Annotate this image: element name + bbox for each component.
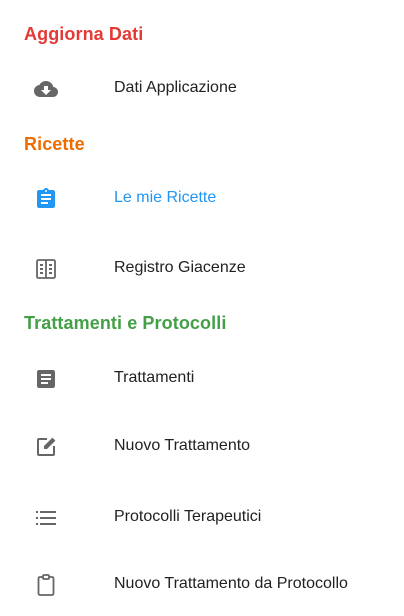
cloud-download-icon [34,77,58,101]
menu-item-le-mie-ricette[interactable]: Le mie Ricette [0,177,404,221]
menu-item-label: Le mie Ricette [114,189,217,206]
menu-item-nuovo-trattamento-da-protocollo[interactable]: Nuovo Trattamento da Protocollo [0,563,404,607]
edit-icon [34,435,58,459]
clipboard-icon [34,573,58,597]
menu-item-nuovo-trattamento[interactable]: Nuovo Trattamento [0,425,404,469]
ledger-icon [34,257,58,281]
menu-item-protocolli-terapeutici[interactable]: Protocolli Terapeutici [0,496,404,540]
document-icon [34,367,58,391]
section-header-trattamenti-e-protocolli: Trattamenti e Protocolli [24,313,227,333]
navigation-drawer: Aggiorna Dati Dati Applicazione Ricette … [0,0,404,616]
menu-item-registro-giacenze[interactable]: Registro Giacenze [0,247,404,291]
list-icon [34,506,58,530]
menu-item-label: Nuovo Trattamento da Protocollo [114,575,348,592]
menu-item-label: Registro Giacenze [114,259,246,276]
menu-item-label: Protocolli Terapeutici [114,508,262,525]
menu-item-label: Nuovo Trattamento [114,437,251,454]
menu-item-label: Dati Applicazione [114,79,237,96]
assignment-icon [34,187,58,211]
section-header-ricette: Ricette [24,134,85,154]
menu-item-dati-applicazione[interactable]: Dati Applicazione [0,67,404,111]
section-header-aggiorna-dati: Aggiorna Dati [24,24,144,44]
menu-item-label: Trattamenti [114,369,195,386]
menu-item-trattamenti[interactable]: Trattamenti [0,357,404,401]
